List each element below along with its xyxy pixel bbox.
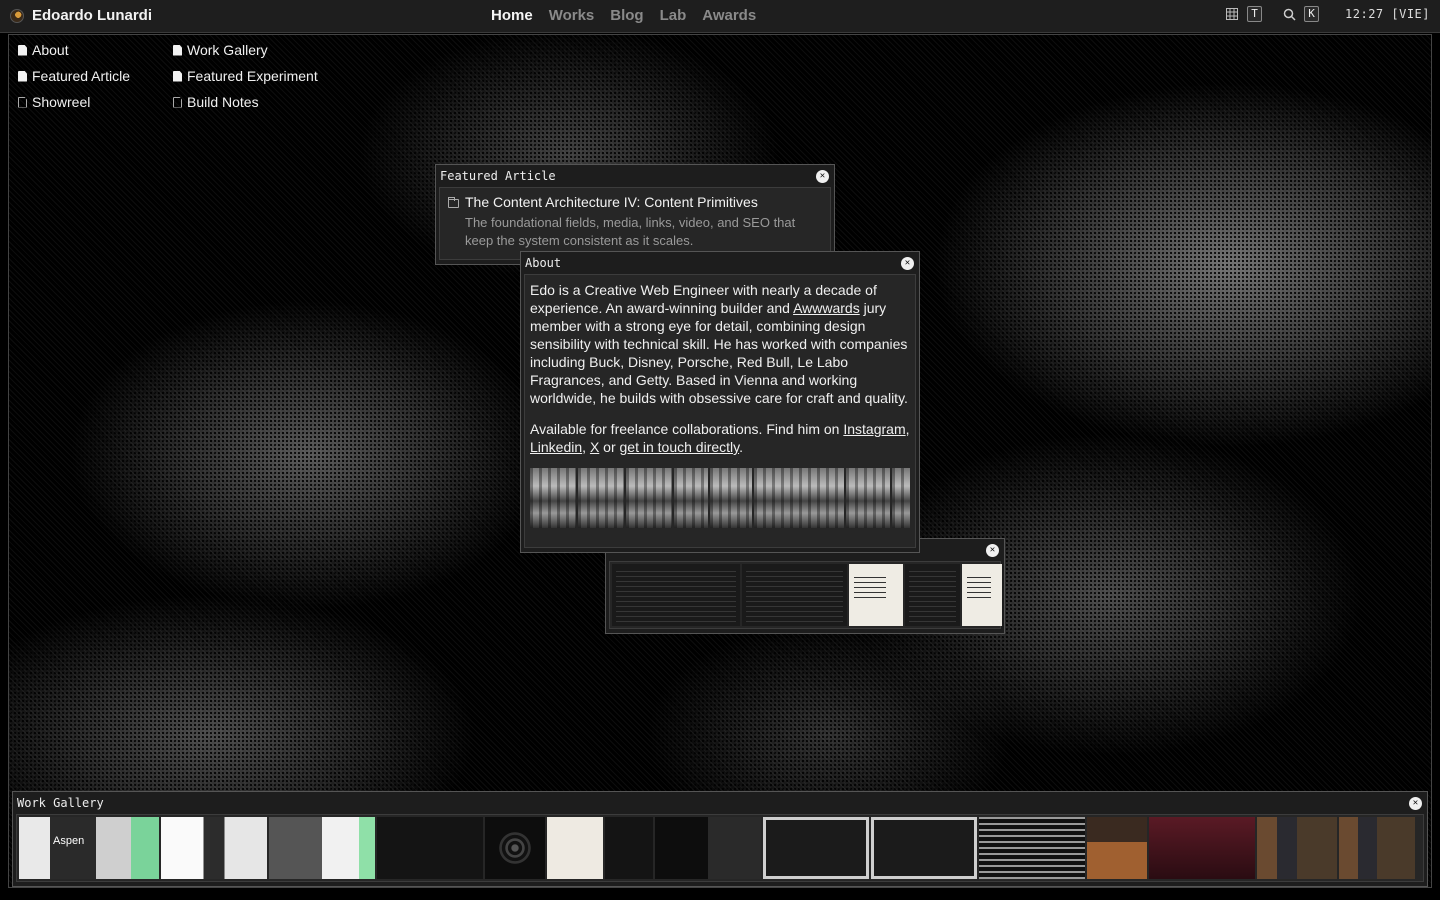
- thumbnail-label: Aspen: [53, 835, 85, 847]
- featured-article-item[interactable]: The Content Architecture IV: Content Pri…: [439, 187, 831, 260]
- gallery-strip: Aspen: [16, 814, 1424, 882]
- photo: [530, 468, 576, 528]
- photo: [578, 468, 624, 528]
- gallery-thumbnail[interactable]: [1149, 817, 1255, 879]
- work-gallery-window[interactable]: Work Gallery ✕ Aspen: [12, 791, 1428, 887]
- experiment-thumbnail[interactable]: [849, 564, 903, 626]
- nav-awards[interactable]: Awards: [702, 7, 756, 24]
- separator: ,: [582, 439, 590, 455]
- experiment-thumbnail[interactable]: [742, 564, 847, 626]
- brand-name: Edoardo Lunardi: [32, 7, 152, 24]
- shortcut-label: Featured Experiment: [187, 68, 318, 84]
- search-icon[interactable]: [1282, 7, 1296, 21]
- linkedin-link[interactable]: Linkedin: [530, 439, 582, 455]
- folder-icon: [448, 197, 459, 208]
- window-titlebar[interactable]: About ✕: [521, 252, 919, 274]
- gallery-thumbnail[interactable]: [605, 817, 653, 879]
- gallery-thumbnail[interactable]: [161, 817, 267, 879]
- gallery-thumbnail[interactable]: [269, 817, 375, 879]
- shortcut-work-gallery[interactable]: Work Gallery: [173, 41, 343, 59]
- main-nav: Home Works Blog Lab Awards: [491, 7, 756, 24]
- window-title: Work Gallery: [17, 796, 104, 810]
- x-link[interactable]: X: [590, 439, 599, 455]
- about-window[interactable]: About ✕ Edo is a Creative Web Engineer w…: [520, 251, 920, 553]
- close-icon[interactable]: ✕: [901, 257, 914, 270]
- grid-icon[interactable]: [1225, 7, 1239, 21]
- instagram-link[interactable]: Instagram: [843, 421, 905, 437]
- experiment-thumbnail[interactable]: [962, 564, 1002, 626]
- file-icon: [173, 44, 182, 56]
- separator: .: [739, 439, 743, 455]
- experiment-thumbnail[interactable]: [612, 564, 740, 626]
- gallery-thumbnail[interactable]: [377, 817, 483, 879]
- gallery-thumbnail[interactable]: [763, 817, 869, 879]
- nav-blog[interactable]: Blog: [610, 7, 643, 24]
- close-icon[interactable]: ✕: [816, 170, 829, 183]
- gallery-thumbnail[interactable]: [979, 817, 1085, 879]
- shortcut-showreel[interactable]: Showreel: [18, 93, 173, 111]
- shortcut-label: Featured Article: [32, 68, 131, 84]
- gallery-thumbnail[interactable]: Aspen: [19, 817, 159, 879]
- window-titlebar[interactable]: Featured Article ✕: [436, 165, 834, 187]
- close-icon[interactable]: ✕: [986, 544, 999, 557]
- shortcut-build-notes[interactable]: Build Notes: [173, 93, 343, 111]
- about-bio: Edo is a Creative Web Engineer with near…: [530, 281, 910, 407]
- shortcut-label: About: [32, 42, 69, 58]
- awwwards-link[interactable]: Awwwards: [793, 300, 860, 316]
- nav-home[interactable]: Home: [491, 7, 533, 24]
- shortcut-about[interactable]: About: [18, 41, 173, 59]
- photo-strip: [530, 468, 910, 528]
- separator: or: [599, 439, 620, 455]
- gallery-thumbnail[interactable]: [1087, 817, 1147, 879]
- gallery-thumbnail[interactable]: [485, 817, 545, 879]
- featured-article-window[interactable]: Featured Article ✕ The Content Architect…: [435, 164, 835, 265]
- photo: [674, 468, 708, 528]
- photo: [710, 468, 752, 528]
- window-title: About: [525, 256, 562, 270]
- separator: ,: [905, 421, 910, 437]
- about-contact: Available for freelance collaborations. …: [530, 420, 910, 456]
- photo: [626, 468, 672, 528]
- gallery-thumbnail[interactable]: [1257, 817, 1337, 879]
- gallery-thumbnail[interactable]: [547, 817, 603, 879]
- brand[interactable]: Edoardo Lunardi: [10, 7, 152, 24]
- gallery-thumbnail[interactable]: [871, 817, 977, 879]
- menu-tools: T K 12:27 [VIE]: [1225, 6, 1430, 22]
- file-icon: [173, 70, 182, 82]
- contact-text: Available for freelance collaborations. …: [530, 421, 844, 437]
- experiment-thumbnail[interactable]: [905, 564, 960, 626]
- theme-shortcut-key[interactable]: T: [1247, 6, 1263, 22]
- file-icon: [18, 96, 27, 108]
- file-icon: [18, 70, 27, 82]
- window-title: Featured Article: [440, 169, 556, 183]
- shortcut-label: Showreel: [32, 94, 91, 110]
- photo: [754, 468, 844, 528]
- shortcut-featured-article[interactable]: Featured Article: [18, 67, 173, 85]
- nav-works[interactable]: Works: [549, 7, 595, 24]
- file-icon: [173, 96, 182, 108]
- shortcut-label: Work Gallery: [187, 42, 268, 58]
- photo: [892, 468, 910, 528]
- shortcut-featured-experiment[interactable]: Featured Experiment: [173, 67, 343, 85]
- contact-link[interactable]: get in touch directly: [620, 439, 740, 455]
- experiment-strip: [609, 561, 1002, 629]
- shortcut-label: Build Notes: [187, 94, 259, 110]
- desktop-shortcuts: About Work Gallery Featured Article Feat…: [18, 41, 343, 111]
- avatar-icon: [10, 8, 24, 23]
- about-content: Edo is a Creative Web Engineer with near…: [524, 274, 916, 548]
- article-description: The foundational fields, media, links, v…: [465, 215, 796, 248]
- nav-lab[interactable]: Lab: [660, 7, 687, 24]
- close-icon[interactable]: ✕: [1409, 797, 1422, 810]
- gallery-thumbnail[interactable]: [655, 817, 761, 879]
- file-icon: [18, 44, 27, 56]
- search-shortcut-key[interactable]: K: [1304, 6, 1320, 22]
- window-titlebar[interactable]: Work Gallery ✕: [13, 792, 1427, 814]
- article-title[interactable]: The Content Architecture IV: Content Pri…: [465, 194, 822, 210]
- menu-bar: Edoardo Lunardi Home Works Blog Lab Awar…: [0, 0, 1440, 33]
- photo: [846, 468, 890, 528]
- gallery-thumbnail[interactable]: [1339, 817, 1415, 879]
- clock: 12:27 [VIE]: [1345, 7, 1430, 21]
